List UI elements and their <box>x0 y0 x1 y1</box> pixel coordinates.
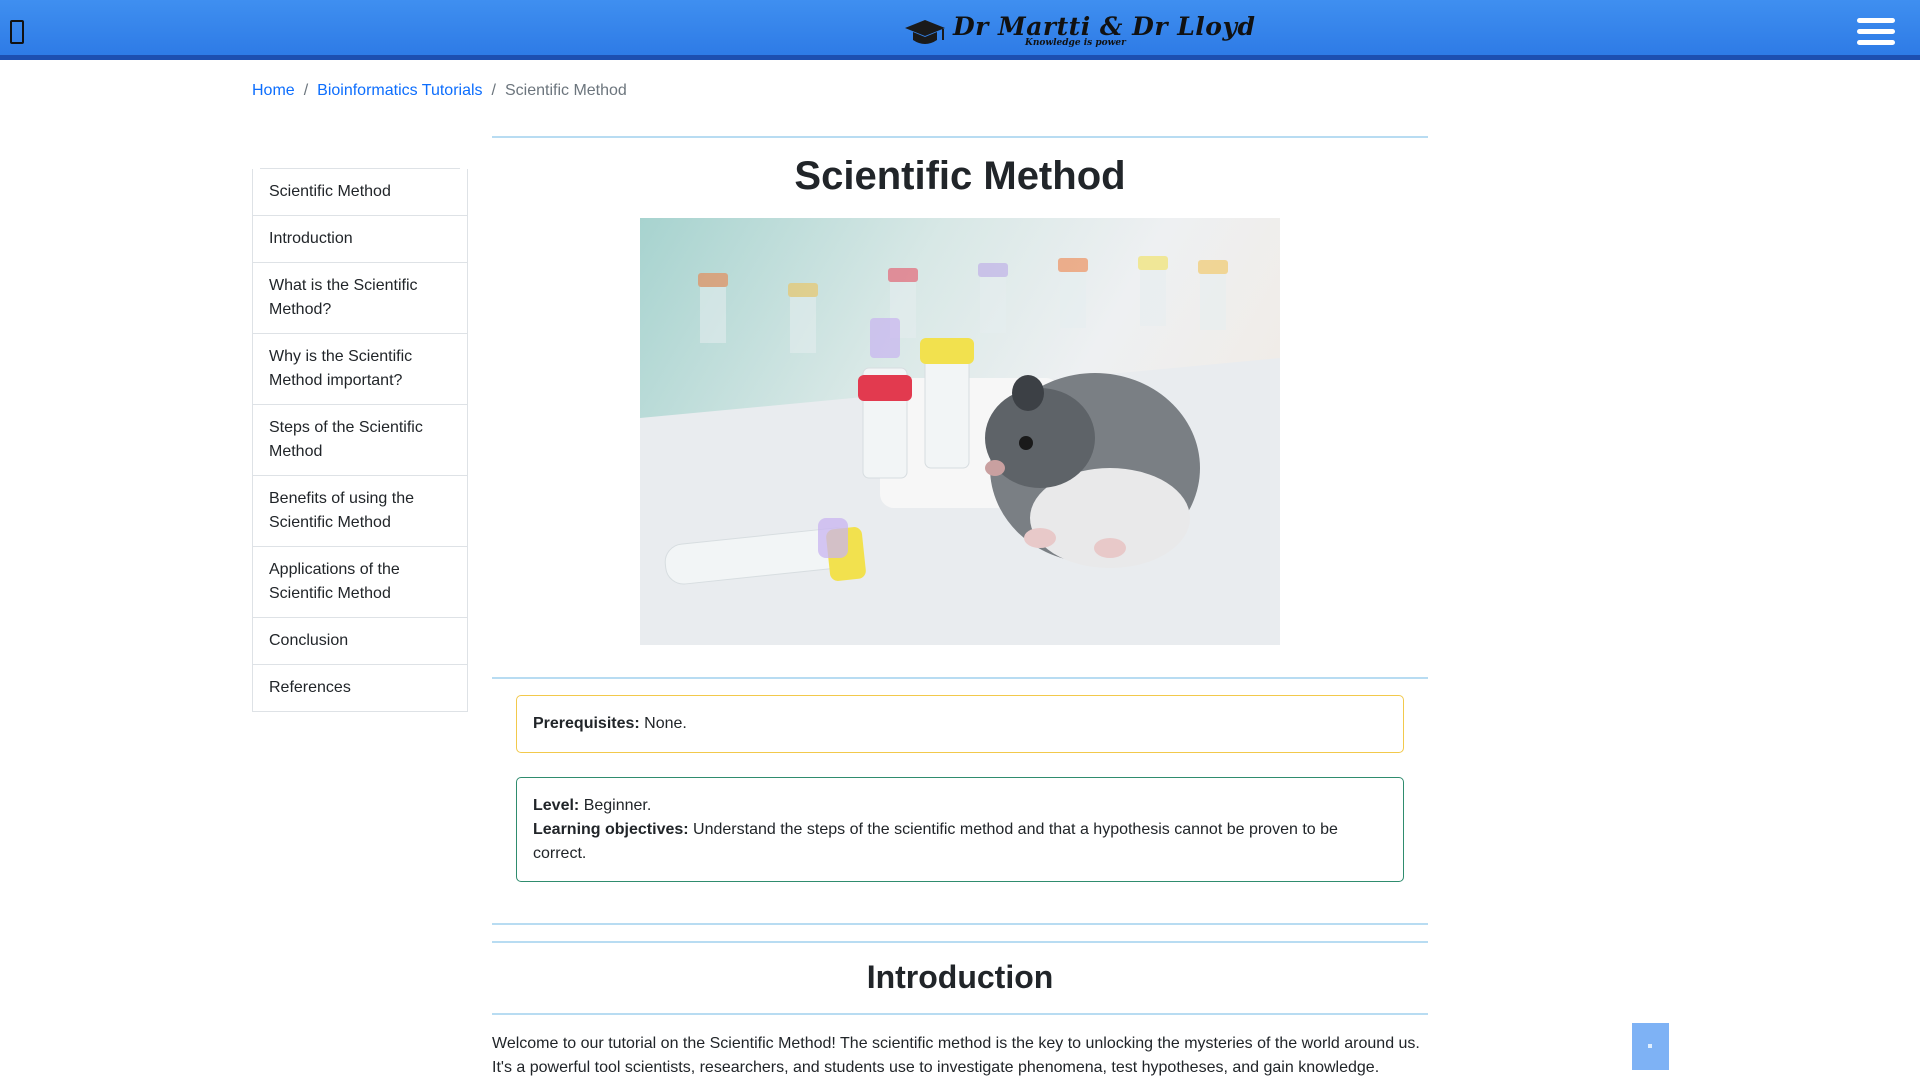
level-value: Beginner. <box>583 797 652 814</box>
section-divider <box>492 1013 1428 1015</box>
toc-item-references[interactable]: References <box>252 665 468 712</box>
section-divider <box>492 677 1428 679</box>
hamster-lab-illustration <box>640 256 1280 645</box>
site-logo[interactable]: Dr Martti & Dr Lloyd Knowledge is power <box>903 12 1255 50</box>
graduation-cap-icon <box>905 20 945 44</box>
section-heading-introduction: Introduction <box>866 959 1054 995</box>
level-label: Level: <box>533 797 580 814</box>
toc-item-conclusion[interactable]: Conclusion <box>252 618 468 665</box>
table-of-contents: Scientific Method Introduction What is t… <box>252 168 468 712</box>
section-divider <box>492 941 1428 943</box>
toc-item-applications[interactable]: Applications of the Scientific Method <box>252 547 468 618</box>
objectives-label: Learning objectives: <box>533 821 689 838</box>
toc-item-what-is[interactable]: What is the Scientific Method? <box>252 263 468 334</box>
breadcrumb: Home / Bioinformatics Tutorials / Scientific… <box>252 82 627 100</box>
hero-image <box>640 218 1280 645</box>
top-navbar: Dr Martti & Dr Lloyd Knowledge is power <box>0 0 1920 60</box>
toc-item-introduction[interactable]: Introduction <box>252 216 468 263</box>
prerequisites-label: Prerequisites: <box>533 715 640 732</box>
prerequisites-value: None. <box>644 715 687 732</box>
breadcrumb-separator: / <box>491 82 496 99</box>
toc-item-why-important[interactable]: Why is the Scientific Method important? <box>252 334 468 405</box>
page-title: Scientific Method <box>794 154 1126 198</box>
toc-item-steps[interactable]: Steps of the Scientific Method <box>252 405 468 476</box>
toc-item-benefits[interactable]: Benefits of using the Scientific Method <box>252 476 468 547</box>
logo-tagline: Knowledge is power <box>1025 38 1126 48</box>
breadcrumb-section-link[interactable]: Bioinformatics Tutorials <box>317 82 482 99</box>
breadcrumb-current: Scientific Method <box>504 82 627 99</box>
level-callout: Level: Beginner. Learning objectives: Un… <box>516 777 1404 882</box>
logo-title: Dr Martti & Dr Lloyd <box>953 12 1256 41</box>
mobile-icon[interactable] <box>10 20 24 44</box>
breadcrumb-separator: / <box>303 82 309 99</box>
section-divider <box>492 923 1428 925</box>
hamburger-icon[interactable] <box>1857 18 1895 50</box>
back-to-top-button[interactable] <box>1632 1023 1669 1070</box>
section-divider <box>492 136 1428 138</box>
intro-paragraph: Welcome to our tutorial on the Scientifi… <box>492 1035 1420 1076</box>
prerequisites-callout: Prerequisites: None. <box>516 695 1404 753</box>
toc-item-scientific-method[interactable]: Scientific Method <box>252 169 468 216</box>
breadcrumb-home-link[interactable]: Home <box>252 82 295 99</box>
